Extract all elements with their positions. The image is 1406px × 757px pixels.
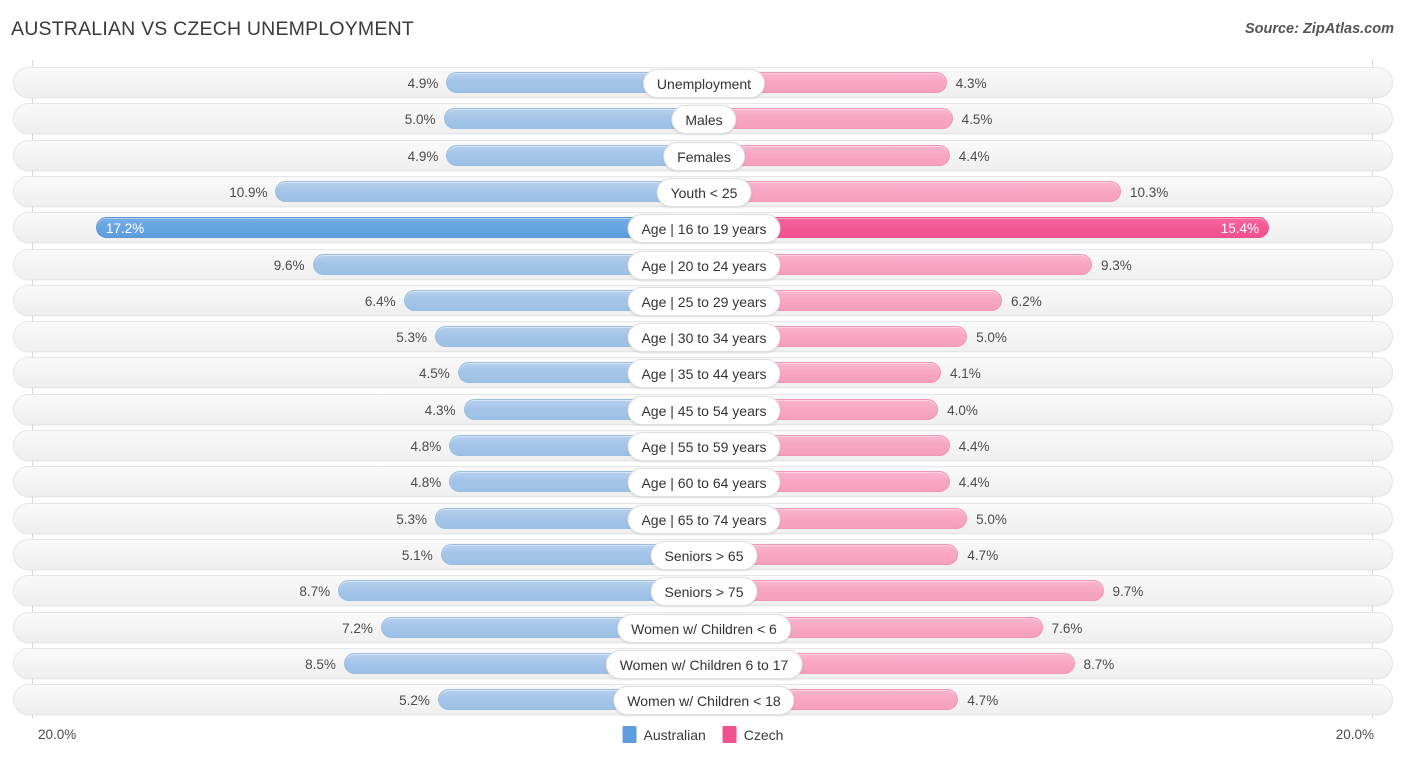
value-label-czech: 4.3%	[955, 76, 987, 91]
category-label[interactable]: Seniors > 65	[650, 540, 758, 570]
table-row[interactable]: 10.9% 10.3% Youth < 25	[13, 175, 1393, 207]
table-row[interactable]: 17.2% 15.4% Age | 16 to 19 years	[13, 212, 1393, 244]
value-label-czech: 4.4%	[958, 439, 990, 454]
category-label[interactable]: Females	[663, 141, 745, 171]
value-label-czech: 15.4%	[1220, 221, 1259, 237]
value-label-australian: 4.9%	[407, 148, 439, 164]
category-label[interactable]: Age | 16 to 19 years	[627, 214, 781, 244]
bar-czech[interactable]	[704, 580, 1104, 602]
table-row[interactable]: 4.9% 4.4% Females	[13, 139, 1393, 171]
value-label-czech: 9.3%	[1100, 257, 1132, 273]
category-label[interactable]: Women w/ Children 6 to 17	[605, 649, 803, 679]
value-label-australian: 8.7%	[299, 584, 331, 600]
value-label-australian: 4.3%	[424, 402, 456, 418]
chart-legend: Australian Czech	[622, 726, 784, 743]
table-row[interactable]: 6.4% 6.2% Age | 25 to 29 years	[13, 284, 1393, 316]
value-label-australian: 6.4%	[364, 293, 396, 309]
category-label[interactable]: Unemployment	[642, 69, 766, 98]
category-label[interactable]: Age | 55 to 59 years	[627, 432, 781, 461]
value-label-czech: 8.7%	[1083, 656, 1115, 672]
category-label[interactable]: Women w/ Children < 6	[617, 613, 791, 643]
value-label-australian: 7.2%	[342, 620, 373, 636]
bar-australian[interactable]	[96, 217, 704, 239]
chart-header: AUSTRALIAN VS CZECH UNEMPLOYMENT Source:…	[0, 0, 1406, 56]
table-row[interactable]: 4.9% 4.3% Unemployment	[13, 67, 1393, 98]
source-attribution: Source: ZipAtlas.com	[1244, 21, 1394, 37]
table-row[interactable]: 4.5% 4.1% Age | 35 to 44 years	[13, 357, 1393, 389]
value-label-czech: 4.4%	[958, 148, 990, 164]
table-row[interactable]: 9.6% 9.3% Age | 20 to 24 years	[13, 248, 1393, 280]
category-label[interactable]: Seniors > 75	[650, 577, 758, 607]
value-label-czech: 5.0%	[976, 511, 1007, 527]
table-row[interactable]: 5.3% 5.0% Age | 30 to 34 years	[13, 321, 1393, 353]
value-label-czech: 4.0%	[947, 402, 978, 418]
value-label-australian: 5.1%	[401, 547, 433, 563]
category-label[interactable]: Age | 30 to 34 years	[627, 323, 781, 353]
bar-australian[interactable]	[275, 180, 704, 202]
category-label[interactable]: Age | 45 to 54 years	[627, 395, 781, 425]
chart-footer: 20.0% 20.0% Australian Czech	[0, 718, 1406, 757]
value-label-australian: 9.6%	[273, 257, 305, 273]
value-label-australian: 5.3%	[396, 330, 427, 346]
value-label-australian: 5.2%	[399, 693, 430, 709]
table-row[interactable]: 8.5% 8.7% Women w/ Children 6 to 17	[13, 647, 1393, 679]
value-label-czech: 4.4%	[958, 475, 990, 491]
table-row[interactable]: 4.3% 4.0% Age | 45 to 54 years	[13, 393, 1393, 425]
value-label-czech: 4.5%	[961, 112, 993, 128]
table-row[interactable]: 4.8% 4.4% Age | 60 to 64 years	[13, 466, 1393, 498]
legend-item-australian[interactable]: Australian	[622, 726, 706, 743]
legend-item-czech[interactable]: Czech	[722, 726, 784, 743]
table-row[interactable]: 8.7% 9.7% Seniors > 75	[13, 575, 1393, 607]
bar-czech[interactable]	[704, 108, 953, 130]
value-label-australian: 4.8%	[410, 475, 442, 491]
value-label-australian: 4.8%	[410, 439, 442, 454]
bar-australian[interactable]	[443, 108, 704, 130]
category-label[interactable]: Age | 35 to 44 years	[627, 359, 781, 389]
axis-label-left: 20.0%	[38, 727, 77, 742]
table-row[interactable]: 5.0% 4.5% Males	[13, 103, 1393, 135]
value-label-australian: 5.3%	[396, 511, 427, 527]
bar-czech[interactable]	[704, 180, 1121, 202]
bar-australian[interactable]	[338, 580, 704, 602]
category-label[interactable]: Age | 25 to 29 years	[627, 286, 781, 316]
category-label[interactable]: Age | 65 to 74 years	[627, 504, 781, 534]
value-label-australian: 8.5%	[305, 656, 336, 672]
value-label-australian: 4.5%	[419, 366, 450, 382]
category-label[interactable]: Women w/ Children < 18	[613, 686, 795, 716]
legend-swatch-icon	[622, 726, 637, 743]
bar-czech[interactable]	[704, 217, 1269, 239]
chart-plot-area: 4.9% 4.3% Unemployment 5.0% 4.5% Males 4.9% 4.4…	[0, 60, 1406, 718]
value-label-czech: 9.7%	[1112, 584, 1144, 600]
value-label-australian: 4.9%	[407, 76, 439, 91]
page-title: AUSTRALIAN VS CZECH UNEMPLOYMENT	[11, 18, 414, 40]
value-label-czech: 4.7%	[967, 547, 999, 563]
value-label-czech: 6.2%	[1010, 293, 1042, 309]
value-label-czech: 4.1%	[950, 366, 981, 382]
table-row[interactable]: 5.3% 5.0% Age | 65 to 74 years	[13, 502, 1393, 534]
value-label-czech: 5.0%	[976, 330, 1007, 346]
category-label[interactable]: Age | 20 to 24 years	[627, 250, 781, 280]
legend-label: Czech	[743, 726, 784, 743]
table-row[interactable]: 4.8% 4.4% Age | 55 to 59 years	[13, 430, 1393, 461]
category-label[interactable]: Males	[671, 105, 737, 135]
table-row[interactable]: 5.1% 4.7% Seniors > 65	[13, 538, 1393, 570]
value-label-czech: 10.3%	[1129, 184, 1169, 200]
value-label-australian: 10.9%	[229, 184, 268, 200]
axis-label-right: 20.0%	[1335, 727, 1374, 742]
table-row[interactable]: 7.2% 7.6% Women w/ Children < 6	[13, 611, 1393, 643]
value-label-australian: 17.2%	[106, 221, 145, 237]
category-label[interactable]: Age | 60 to 64 years	[627, 468, 781, 498]
category-label[interactable]: Youth < 25	[656, 177, 752, 207]
legend-label: Australian	[643, 726, 706, 743]
value-label-australian: 5.0%	[404, 112, 436, 128]
table-row[interactable]: 5.2% 4.7% Women w/ Children < 18	[13, 684, 1393, 716]
value-label-czech: 4.7%	[967, 693, 999, 709]
legend-swatch-icon	[722, 726, 737, 743]
value-label-czech: 7.6%	[1051, 620, 1083, 636]
